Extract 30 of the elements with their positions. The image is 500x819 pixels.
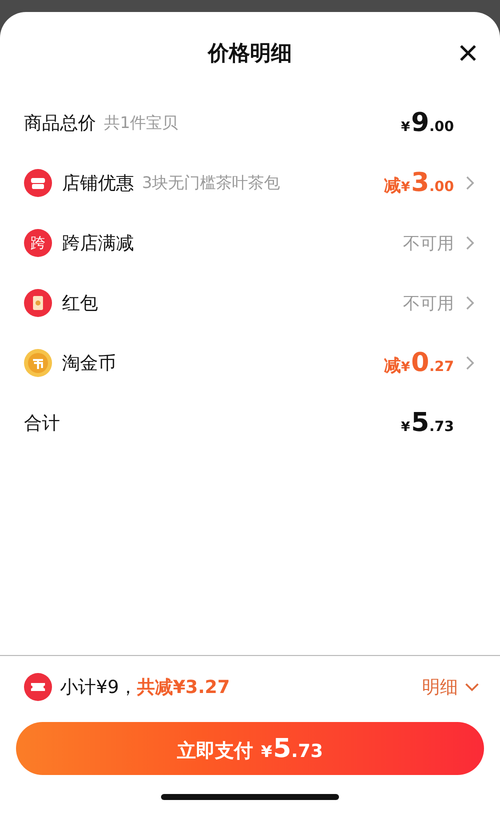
shop-icon (24, 169, 52, 197)
pay-button[interactable]: 立即支付 ¥5.73 (16, 722, 484, 775)
coin-icon (24, 349, 52, 377)
row-label: 红包 (62, 292, 98, 315)
price-value: 减¥3.00 (384, 168, 454, 198)
price-value: ¥5.73 (401, 408, 454, 438)
details-toggle[interactable]: 明细 (422, 675, 480, 699)
row-label: 店铺优惠 (62, 172, 134, 195)
row-note: 3块无门槛茶叶茶包 (142, 172, 280, 194)
row-label: 商品总价 (24, 112, 96, 135)
price-value: ¥9.00 (401, 108, 454, 138)
caret-icon (464, 682, 480, 692)
price-value: 减¥0.27 (384, 348, 454, 378)
close-icon[interactable] (458, 43, 478, 63)
sheet-title: 价格明细 (208, 40, 292, 66)
row-label: 淘金币 (62, 352, 116, 375)
status-text: 不可用 (403, 232, 454, 254)
chevron-icon[interactable] (464, 175, 476, 191)
chevron-icon[interactable] (464, 355, 476, 371)
saved-amount: 共减¥3.27 (136, 676, 230, 699)
row-note: 共1件宝贝 (104, 112, 178, 134)
status-text: 不可用 (403, 292, 454, 314)
subtotal-text: 小计¥9， (60, 676, 137, 699)
cross-store-icon: 跨 (24, 229, 52, 257)
row-label: 合计 (24, 412, 60, 435)
row-label: 跨店满减 (62, 232, 134, 255)
ticket-icon (24, 673, 52, 701)
envelope-icon (24, 289, 52, 317)
chevron-icon[interactable] (464, 235, 476, 251)
chevron-icon[interactable] (464, 295, 476, 311)
